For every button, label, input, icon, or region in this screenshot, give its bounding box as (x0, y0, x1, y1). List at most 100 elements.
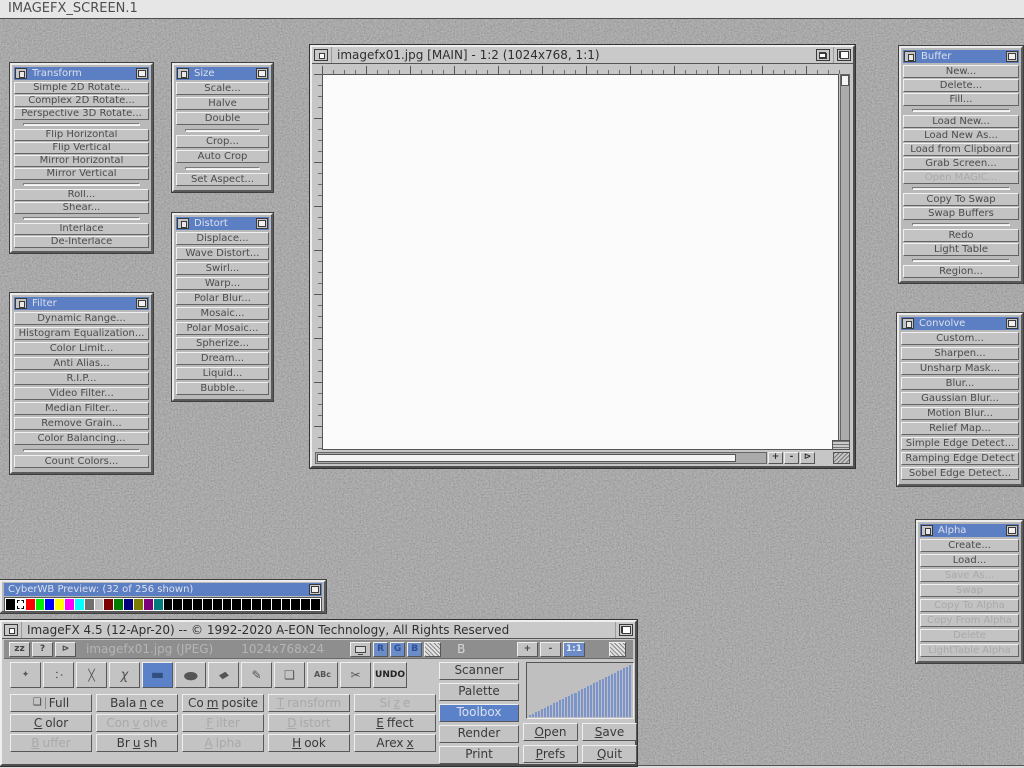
vertical-scrollbar[interactable] (840, 74, 850, 450)
composite-button[interactable]: Composite (182, 694, 264, 712)
color-swatch[interactable] (154, 599, 163, 610)
color-swatch[interactable] (45, 599, 54, 610)
zoom-1to1-button[interactable]: 1:1 (563, 642, 585, 657)
color-swatch[interactable] (6, 599, 15, 610)
undo-button[interactable]: UNDO (373, 662, 407, 688)
iconify-button[interactable]: ⊳ (55, 642, 76, 657)
polar-mosaic-button[interactable]: Polar Mosaic... (176, 322, 269, 335)
liquid-button[interactable]: Liquid... (176, 367, 269, 380)
buffer-panel-titlebar[interactable]: Buffer (903, 50, 1019, 63)
convolve-panel-titlebar[interactable]: Convolve (901, 317, 1019, 330)
roll-button[interactable]: Roll... (14, 189, 149, 201)
histogram-equalization-button[interactable]: Histogram Equalization... (14, 327, 149, 340)
scale-button[interactable]: Scale... (176, 82, 269, 95)
color-swatch[interactable] (104, 599, 113, 610)
brush-button[interactable]: Brush (96, 734, 178, 752)
arexx-button[interactable]: Arexx (354, 734, 436, 752)
tab-print[interactable]: Print (439, 746, 519, 764)
zoom-in-button[interactable]: + (768, 452, 783, 464)
color-swatch[interactable] (164, 599, 173, 610)
mirror-horizontal-button[interactable]: Mirror Horizontal (14, 155, 149, 167)
green-channel-button[interactable]: G (390, 642, 405, 657)
load-button[interactable]: Load... (920, 554, 1019, 567)
sharpen-button[interactable]: Sharpen... (901, 347, 1019, 360)
tab-toolbox[interactable]: Toolbox (439, 704, 519, 722)
image-canvas[interactable] (322, 74, 839, 450)
close-icon[interactable] (314, 49, 328, 61)
vertical-scroll-thumb[interactable] (841, 75, 849, 86)
dot-tool[interactable]: ✦ (10, 662, 41, 688)
horizontal-scroll-thumb[interactable] (317, 454, 736, 462)
color-swatch[interactable] (203, 599, 212, 610)
tab-render[interactable]: Render (439, 725, 519, 743)
anti-alias-button[interactable]: Anti Alias... (14, 357, 149, 370)
swap-buffers-button[interactable]: Swap Buffers (903, 207, 1019, 220)
zoom-in-button[interactable]: + (517, 642, 538, 657)
help-button[interactable]: ? (32, 642, 53, 657)
load-new-as-button[interactable]: Load New As... (903, 129, 1019, 142)
zoom-gadget-icon[interactable] (816, 49, 830, 61)
swirl-button[interactable]: Swirl... (176, 262, 269, 275)
displace-button[interactable]: Displace... (176, 232, 269, 245)
oval-tool[interactable]: ● (175, 662, 206, 688)
color-swatch[interactable] (55, 599, 64, 610)
quit-button[interactable]: Quit (582, 745, 637, 763)
interlace-button[interactable]: Interlace (14, 223, 149, 235)
zoom-out-button[interactable]: - (784, 452, 799, 464)
hook-button[interactable]: Hook (268, 734, 350, 752)
color-swatch[interactable] (124, 599, 133, 610)
sobel-edge-detect-button[interactable]: Sobel Edge Detect... (901, 467, 1019, 480)
color-swatch[interactable] (232, 599, 241, 610)
color-swatch[interactable] (311, 599, 320, 610)
depth-icon[interactable] (256, 68, 268, 79)
bubble-button[interactable]: Bubble... (176, 382, 269, 395)
double-button[interactable]: Double (176, 112, 269, 125)
complex-2d-rotate-button[interactable]: Complex 2D Rotate... (14, 95, 149, 107)
sleep-button[interactable]: zz (9, 642, 30, 657)
fill-button[interactable]: Fill... (903, 93, 1019, 106)
effect-button[interactable]: Effect (354, 714, 436, 732)
dynamic-range-button[interactable]: Dynamic Range... (14, 312, 149, 325)
depth-icon[interactable] (837, 49, 851, 61)
redo-button[interactable]: Redo (903, 229, 1019, 242)
mirror-vertical-button[interactable]: Mirror Vertical (14, 168, 149, 180)
window-lines-gadget-icon[interactable] (832, 440, 850, 450)
new-button[interactable]: New... (903, 65, 1019, 78)
dream-button[interactable]: Dream... (176, 352, 269, 365)
prefs-button[interactable]: Prefs (523, 745, 578, 763)
set-aspect-button[interactable]: Set Aspect... (176, 173, 269, 186)
close-icon[interactable] (177, 68, 189, 79)
balance-button[interactable]: Balance (96, 694, 178, 712)
box-tool[interactable]: ▬ (142, 662, 173, 688)
toolbox-window-titlebar[interactable]: ImageFX 4.5 (12-Apr-20) -- © 1992-2020 A… (2, 622, 635, 639)
color-swatch[interactable] (301, 599, 310, 610)
polar-blur-button[interactable]: Polar Blur... (176, 292, 269, 305)
transform-panel-titlebar[interactable]: Transform (14, 67, 149, 80)
color-swatch[interactable] (144, 599, 153, 610)
relief-map-button[interactable]: Relief Map... (901, 422, 1019, 435)
depth-icon[interactable] (256, 218, 268, 229)
grab-screen-button[interactable]: Grab Screen... (903, 157, 1019, 170)
scissors-tool[interactable]: ✂ (340, 662, 371, 688)
warp-button[interactable]: Warp... (176, 277, 269, 290)
load-from-clipboard-button[interactable]: Load from Clipboard (903, 143, 1019, 156)
color-swatch[interactable] (213, 599, 222, 610)
depth-icon[interactable] (1006, 51, 1018, 62)
screen-mode-button[interactable] (350, 642, 371, 657)
auto-crop-button[interactable]: Auto Crop (176, 150, 269, 163)
depth-icon[interactable] (309, 584, 321, 595)
image-window-titlebar[interactable]: imagefx01.jpg [MAIN] - 1:2 (1024x768, 1:… (312, 47, 853, 64)
region-button[interactable]: Region... (903, 265, 1019, 278)
color-swatch[interactable] (183, 599, 192, 610)
depth-icon[interactable] (1006, 318, 1018, 329)
close-icon[interactable] (15, 68, 27, 79)
color-swatch[interactable] (114, 599, 123, 610)
stamp-tool[interactable]: ❏ (274, 662, 305, 688)
color-swatch[interactable] (16, 599, 25, 610)
close-icon[interactable] (177, 218, 189, 229)
color-swatch[interactable] (252, 599, 261, 610)
full-button[interactable]: ❏Full (10, 694, 92, 712)
blur-button[interactable]: Blur... (901, 377, 1019, 390)
color-swatch[interactable] (272, 599, 281, 610)
pattern-button[interactable] (609, 642, 626, 657)
